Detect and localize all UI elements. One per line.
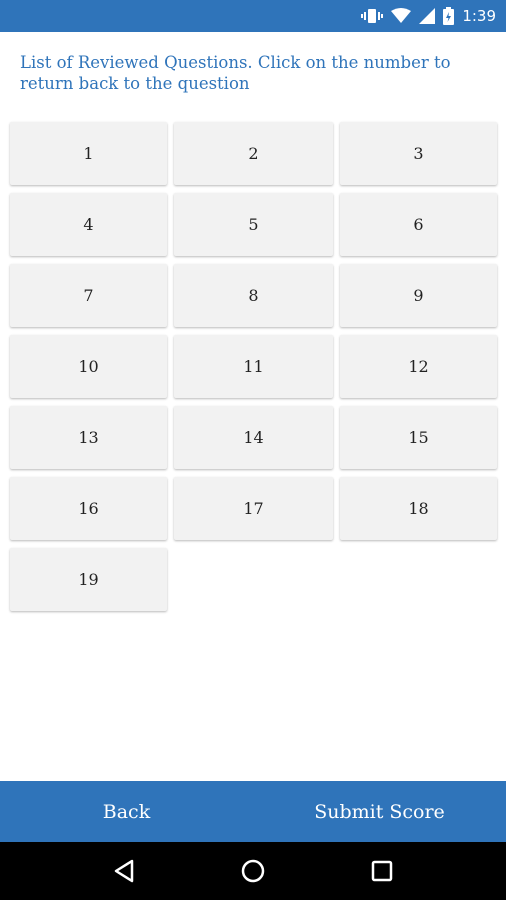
question-button-8[interactable]: 8 <box>174 264 333 327</box>
question-button-6[interactable]: 6 <box>340 193 497 256</box>
bottom-action-bar: Back Submit Score <box>0 781 506 842</box>
system-nav-bar <box>0 842 506 900</box>
signal-icon <box>419 8 436 24</box>
submit-score-button[interactable]: Submit Score <box>253 781 506 842</box>
status-bar: 1:39 <box>0 0 506 32</box>
question-button-16[interactable]: 16 <box>10 477 167 540</box>
home-circle-icon[interactable] <box>223 842 283 900</box>
question-button-13[interactable]: 13 <box>10 406 167 469</box>
question-button-7[interactable]: 7 <box>10 264 167 327</box>
back-triangle-icon[interactable] <box>94 842 154 900</box>
question-grid: 1 2 3 4 5 6 7 8 9 10 11 12 13 14 15 16 17 18 19 <box>10 122 497 611</box>
question-button-17[interactable]: 17 <box>174 477 333 540</box>
question-button-10[interactable]: 10 <box>10 335 167 398</box>
question-button-1[interactable]: 1 <box>10 122 167 185</box>
instructions-text: List of Reviewed Questions. Click on the… <box>20 53 451 93</box>
question-button-12[interactable]: 12 <box>340 335 497 398</box>
recents-square-icon[interactable] <box>352 842 412 900</box>
wifi-icon <box>391 8 412 24</box>
question-button-11[interactable]: 11 <box>174 335 333 398</box>
battery-icon <box>443 7 455 25</box>
question-button-15[interactable]: 15 <box>340 406 497 469</box>
question-button-2[interactable]: 2 <box>174 122 333 185</box>
back-button[interactable]: Back <box>0 781 253 842</box>
question-button-9[interactable]: 9 <box>340 264 497 327</box>
question-button-5[interactable]: 5 <box>174 193 333 256</box>
question-button-18[interactable]: 18 <box>340 477 497 540</box>
status-time: 1:39 <box>462 7 496 25</box>
question-button-14[interactable]: 14 <box>174 406 333 469</box>
question-button-4[interactable]: 4 <box>10 193 167 256</box>
question-button-3[interactable]: 3 <box>340 122 497 185</box>
vibrate-icon <box>361 8 384 24</box>
question-button-19[interactable]: 19 <box>10 548 167 611</box>
